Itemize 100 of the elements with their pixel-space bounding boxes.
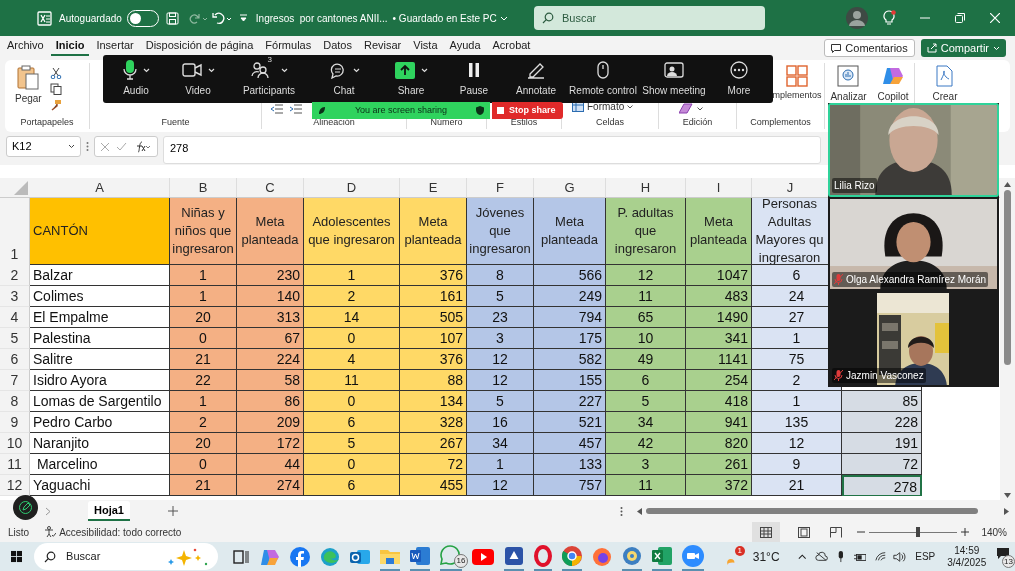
- table-cell: 20: [170, 433, 237, 454]
- temperature[interactable]: 31°C: [752, 547, 780, 566]
- table-cell: 5: [467, 391, 534, 412]
- row-header[interactable]: 5: [0, 328, 30, 349]
- row-header[interactable]: 3: [0, 286, 30, 307]
- table-cell: 274: [237, 475, 304, 496]
- toolbar-button[interactable]: Pause: [443, 55, 505, 103]
- table-cell: 134: [400, 391, 467, 412]
- table-cell: 0: [304, 454, 400, 475]
- table-cell: 140: [237, 286, 304, 307]
- taskbar-search-field[interactable]: Buscar: [34, 543, 218, 570]
- column-header[interactable]: H: [606, 178, 686, 197]
- column-header[interactable]: D: [304, 178, 400, 197]
- table-cell: 794: [534, 307, 606, 328]
- toolbar-button[interactable]: Chat: [309, 55, 379, 103]
- add-ins-button[interactable]: mplementos: [772, 65, 822, 103]
- formula-input[interactable]: 278: [163, 136, 821, 164]
- table-cell: 14: [304, 307, 400, 328]
- ribbon-tab[interactable]: Acrobat: [487, 37, 536, 56]
- toolbar-button[interactable]: Annotate: [505, 55, 567, 103]
- table-cell: Colimes: [30, 286, 170, 307]
- zoom-level[interactable]: 140%: [981, 524, 1007, 540]
- accessibility-status[interactable]: Accesibilidad: todo correcto: [59, 524, 182, 540]
- table-cell: 376: [400, 349, 467, 370]
- table-cell: 483: [686, 286, 752, 307]
- ribbon-tab[interactable]: Vista: [408, 37, 443, 56]
- ribbon-tab[interactable]: Revisar: [358, 37, 407, 56]
- table-cell: 1141: [686, 349, 752, 370]
- table-cell: 135: [752, 412, 842, 433]
- toolbar-button[interactable]: More: [709, 55, 769, 103]
- ribbon-tab[interactable]: Datos: [318, 37, 357, 56]
- row-header[interactable]: 1: [0, 198, 30, 265]
- table-cell: 133: [534, 454, 606, 475]
- share-document-button[interactable]: Compartir: [920, 39, 1006, 57]
- table-cell: 505: [400, 307, 467, 328]
- table-cell: Palestina: [30, 328, 170, 349]
- table-cell: 11: [304, 370, 400, 391]
- row-header[interactable]: 10: [0, 433, 30, 454]
- ribbon-tab[interactable]: Inicio: [50, 37, 90, 56]
- table-cell: 34: [606, 412, 686, 433]
- column-header[interactable]: E: [400, 178, 467, 197]
- create-button[interactable]: Crear: [932, 65, 958, 104]
- table-cell: 1: [752, 391, 842, 412]
- toolbar-button[interactable]: Audio: [105, 55, 167, 103]
- table-cell: 1490: [686, 307, 752, 328]
- language-indicator[interactable]: ESP: [915, 549, 936, 564]
- paste-button[interactable]: Pegar: [15, 65, 42, 106]
- row-header[interactable]: 8: [0, 391, 30, 412]
- header-cell: Jóvenes que ingresaron: [467, 198, 534, 265]
- ribbon-group-label: Complementos: [749, 116, 812, 129]
- row-header[interactable]: 11: [0, 454, 30, 475]
- autosave-label: Autoguardado: [59, 11, 122, 26]
- column-header[interactable]: I: [686, 178, 752, 197]
- column-header[interactable]: B: [170, 178, 237, 197]
- name-box[interactable]: K12: [6, 136, 81, 157]
- column-header[interactable]: A: [30, 178, 170, 197]
- column-header[interactable]: F: [467, 178, 534, 197]
- toolbar-button[interactable]: Video: [167, 55, 229, 103]
- table-cell: 230: [237, 265, 304, 286]
- column-header[interactable]: G: [534, 178, 606, 197]
- toolbar-button[interactable]: 3 Participants: [229, 55, 309, 103]
- stop-share-button[interactable]: Stop share: [492, 102, 563, 119]
- status-text: Listo: [8, 525, 30, 540]
- table-cell: 6: [304, 412, 400, 433]
- table-cell: Balzar: [30, 265, 170, 286]
- row-header[interactable]: 9: [0, 412, 30, 433]
- header-cell: Adolescentes que ingresaron: [304, 198, 400, 265]
- column-header[interactable]: J: [752, 178, 828, 197]
- unread-badge: 16: [453, 554, 468, 568]
- sheet-tab[interactable]: Hoja1: [88, 501, 130, 521]
- ribbon-tab[interactable]: Ayuda: [444, 37, 486, 56]
- table-cell: 820: [686, 433, 752, 454]
- table-cell: 11: [606, 475, 686, 496]
- table-cell: 11: [606, 286, 686, 307]
- row-header[interactable]: 2: [0, 265, 30, 286]
- row-header[interactable]: 12: [0, 475, 30, 496]
- table-cell: 1: [170, 286, 237, 307]
- notification-badge: 13: [1002, 554, 1015, 568]
- table-cell: 4: [304, 349, 400, 370]
- row-header[interactable]: 7: [0, 370, 30, 391]
- comments-button[interactable]: Comentarios: [824, 39, 915, 57]
- row-header[interactable]: 6: [0, 349, 30, 370]
- search-field[interactable]: Buscar: [534, 6, 765, 30]
- header-cell: CANTÓN: [30, 198, 170, 265]
- table-cell: 582: [534, 349, 606, 370]
- ribbon-tab[interactable]: Insertar: [91, 37, 139, 56]
- row-header[interactable]: 4: [0, 307, 30, 328]
- table-cell: 1: [304, 265, 400, 286]
- analyze-button[interactable]: Analizar: [830, 65, 867, 104]
- ribbon-tab[interactable]: Archivo: [2, 37, 49, 56]
- ribbon-tab[interactable]: Disposición de página: [140, 37, 259, 56]
- table-cell: 5: [467, 286, 534, 307]
- table-cell: 227: [534, 391, 606, 412]
- ribbon-tab[interactable]: Fórmulas: [260, 37, 317, 56]
- clock[interactable]: 14:59 3/4/2025: [947, 544, 987, 569]
- toolbar-button[interactable]: Show meeting: [639, 55, 709, 103]
- header-cell: Meta planteada: [686, 198, 752, 265]
- column-header[interactable]: C: [237, 178, 304, 197]
- copilot-button[interactable]: Copilot: [877, 65, 909, 104]
- save-status[interactable]: • Guardado en Este PC: [392, 10, 508, 26]
